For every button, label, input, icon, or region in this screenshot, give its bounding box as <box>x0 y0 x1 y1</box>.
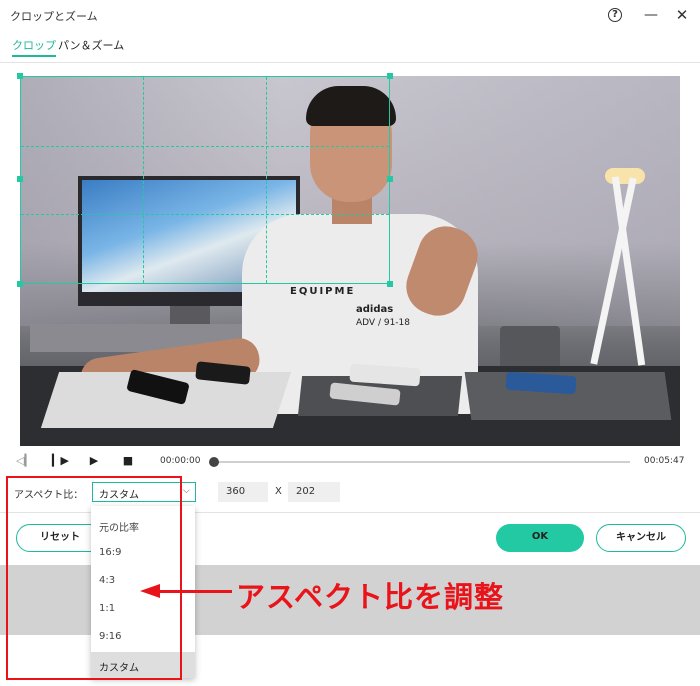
tab-pan-zoom[interactable]: パン＆ズーム <box>58 37 124 57</box>
play-icon[interactable]: ▶ <box>86 454 102 467</box>
chevron-down-icon: ⌵ <box>183 486 190 496</box>
prev-frame-icon[interactable]: ◁▎ <box>16 454 33 467</box>
crop-grid-line <box>143 77 144 283</box>
tab-crop[interactable]: クロップ <box>12 37 56 57</box>
cancel-button[interactable]: キャンセル <box>596 524 686 552</box>
timeline-thumb[interactable] <box>209 457 219 467</box>
lamp-glow <box>605 168 645 184</box>
current-time: 00:00:00 <box>160 456 201 466</box>
crop-width-input[interactable]: 360 <box>218 482 268 502</box>
close-icon: ✕ <box>675 6 689 24</box>
question-circle-icon: ? <box>608 8 622 22</box>
step-forward-icon[interactable]: ▎▶ <box>52 454 69 467</box>
shirt-print: adidas <box>356 304 394 315</box>
help-button[interactable]: ? <box>604 5 626 25</box>
crop-height-input[interactable]: 202 <box>288 482 340 502</box>
crop-rectangle[interactable] <box>17 73 393 287</box>
shirt-print: EQUIPME <box>290 286 356 297</box>
minimize-button[interactable]: — <box>640 5 662 25</box>
crop-grid-line <box>21 214 389 215</box>
crop-handle[interactable] <box>17 73 23 79</box>
annotation-arrow-line <box>158 590 232 593</box>
close-button[interactable]: ✕ <box>671 5 693 25</box>
arrow-left-icon <box>140 584 160 598</box>
window-title: クロップとズーム <box>10 10 98 23</box>
player-controls: ◁▎ ▎▶ ▶ ■ 00:00:00 00:05:47 <box>0 450 700 474</box>
annotation-highlight-frame <box>6 476 182 680</box>
minimize-icon: — <box>644 7 658 23</box>
crop-handle[interactable] <box>387 176 393 182</box>
crop-handle[interactable] <box>17 281 23 287</box>
shirt-print: ADV / 91-18 <box>356 318 410 328</box>
crop-handle[interactable] <box>387 281 393 287</box>
timeline-track[interactable] <box>214 461 630 463</box>
tab-bar: クロップ パン＆ズーム <box>0 34 700 58</box>
annotation-text: アスペクト比を調整 <box>236 580 504 614</box>
duration: 00:05:47 <box>644 456 685 466</box>
dimension-separator: X <box>275 486 282 497</box>
crop-grid-line <box>266 77 267 283</box>
title-bar: クロップとズーム ? — ✕ <box>0 0 700 30</box>
ok-button[interactable]: OK <box>496 524 584 552</box>
stop-icon[interactable]: ■ <box>120 454 136 467</box>
tab-divider <box>0 62 700 63</box>
crop-handle[interactable] <box>387 73 393 79</box>
crop-grid-line <box>21 146 389 147</box>
crop-handle[interactable] <box>17 176 23 182</box>
